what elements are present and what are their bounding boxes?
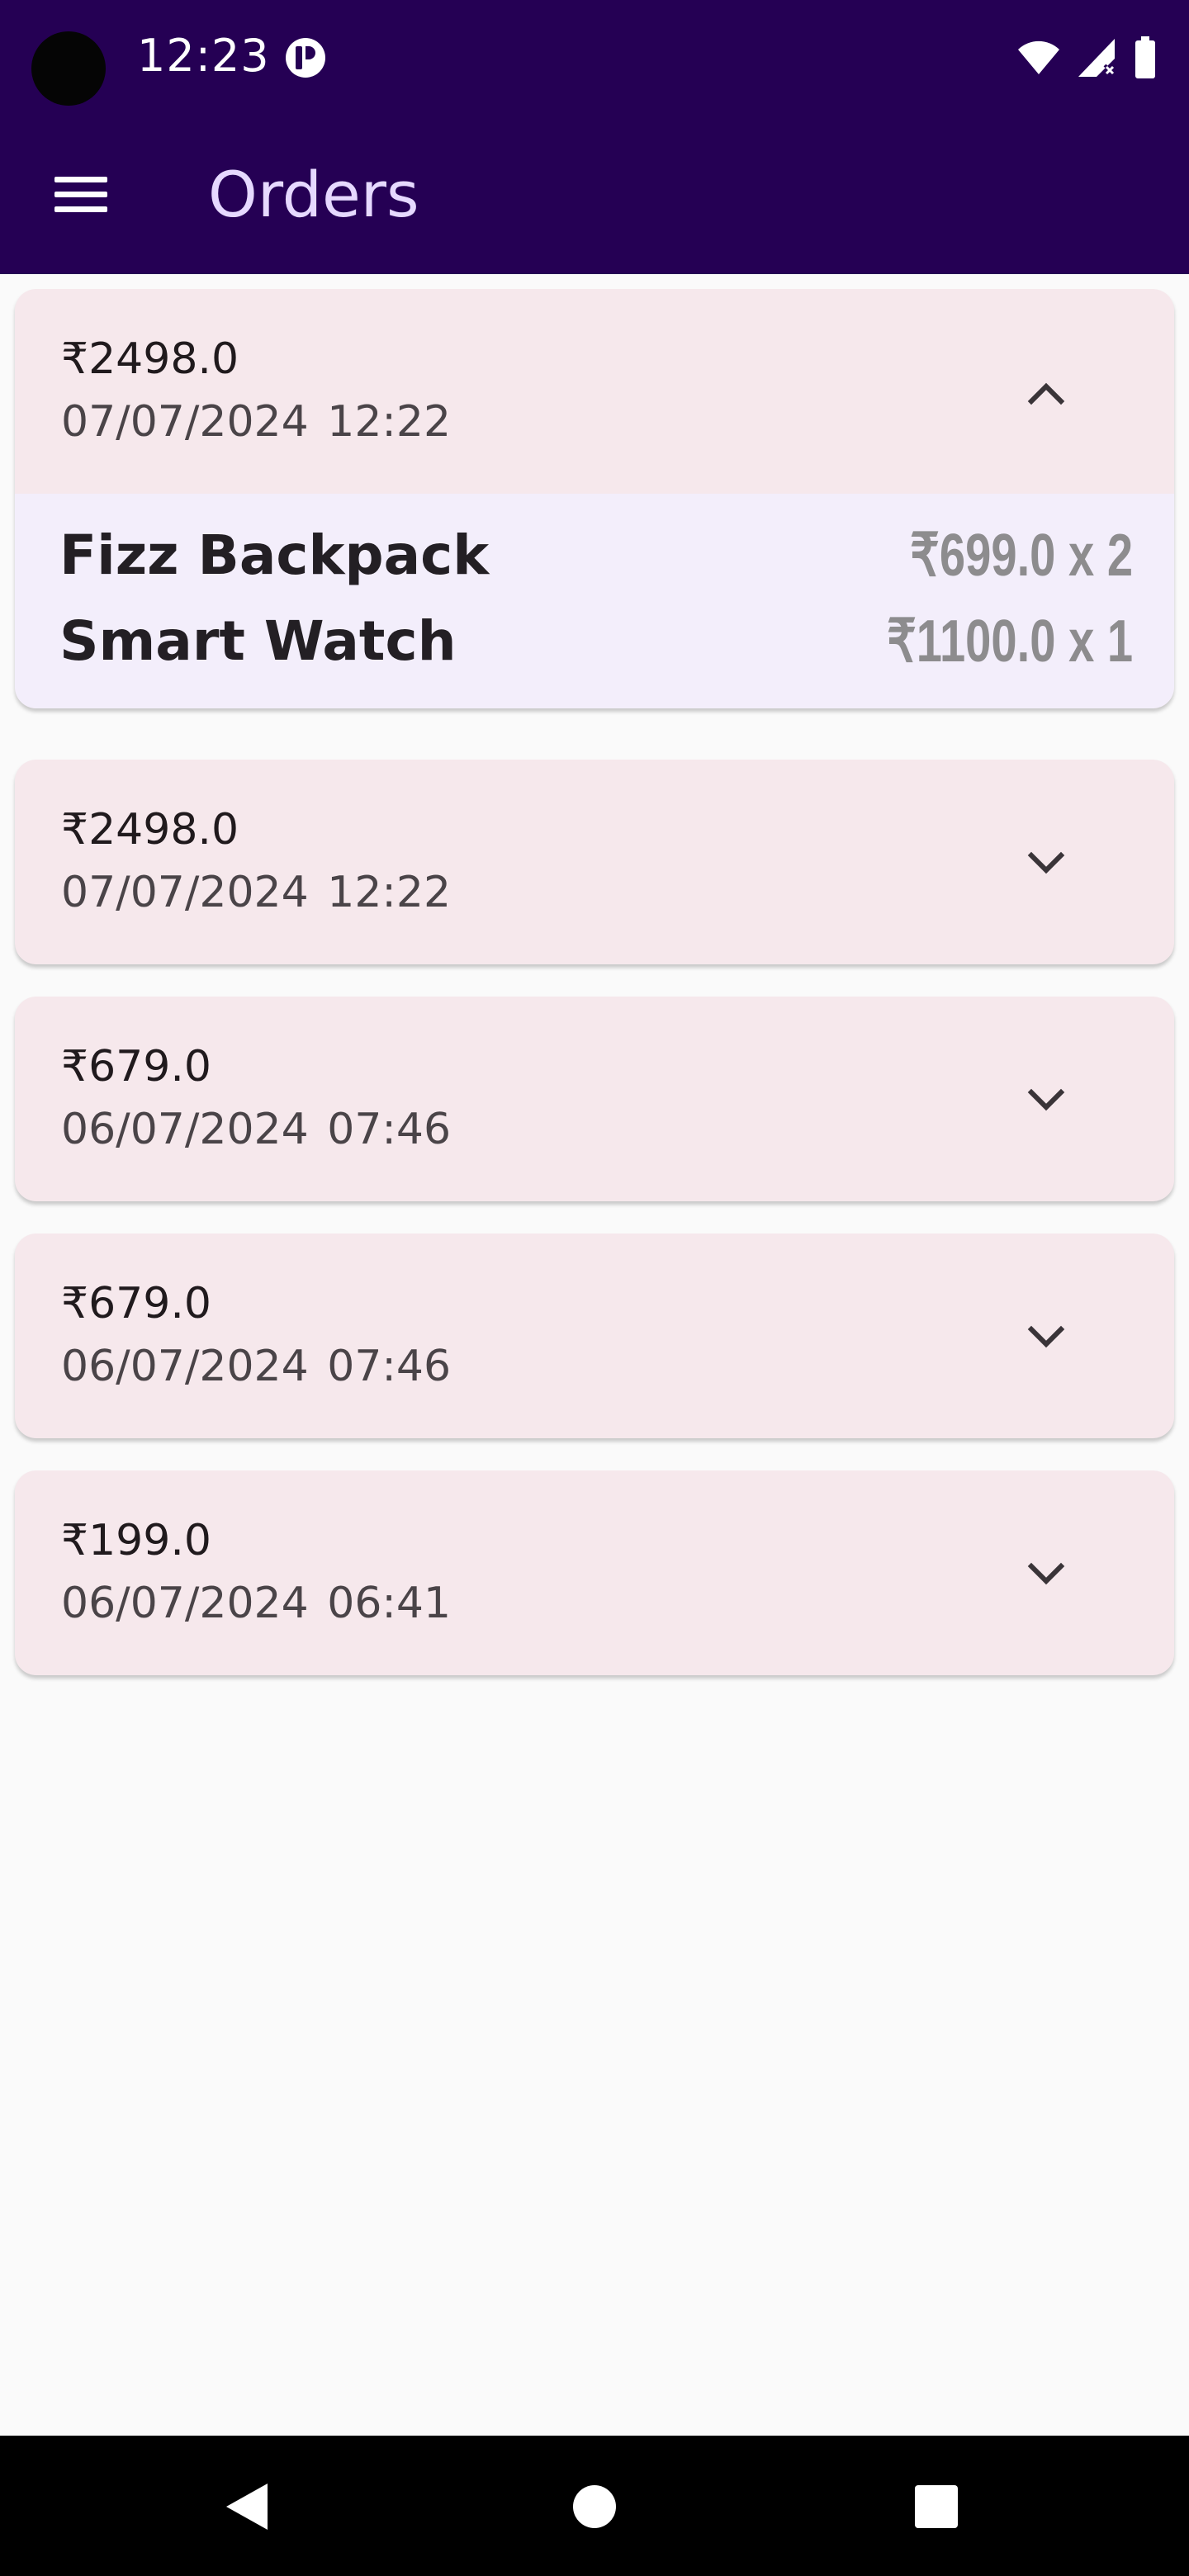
app-notification-icon bbox=[286, 38, 325, 78]
order-date: 06/07/2024 07:46 bbox=[61, 1342, 452, 1391]
page-title: Orders bbox=[208, 158, 419, 231]
chevron-up-icon[interactable] bbox=[1017, 368, 1075, 418]
app-bar: Orders bbox=[0, 116, 1189, 274]
chevron-down-icon[interactable] bbox=[1017, 1076, 1075, 1125]
order-header[interactable]: ₹199.0 06/07/2024 06:41 bbox=[15, 1470, 1174, 1675]
battery-icon bbox=[1135, 36, 1155, 78]
order-card: ₹2498.0 07/07/2024 12:22 Fizz Backpack ₹… bbox=[15, 289, 1174, 708]
order-header[interactable]: ₹679.0 06/07/2024 07:46 bbox=[15, 997, 1174, 1201]
status-icons bbox=[1017, 33, 1156, 83]
order-total: ₹199.0 bbox=[61, 1516, 211, 1565]
order-total: ₹679.0 bbox=[61, 1279, 211, 1328]
order-header[interactable]: ₹2498.0 07/07/2024 12:22 bbox=[15, 760, 1174, 964]
order-total: ₹679.0 bbox=[61, 1042, 211, 1091]
item-name: Fizz Backpack bbox=[59, 523, 490, 587]
item-name: Smart Watch bbox=[59, 608, 457, 673]
order-card: ₹2498.0 07/07/2024 12:22 bbox=[15, 760, 1174, 964]
camera-cutout bbox=[31, 31, 106, 106]
hamburger-menu-icon[interactable] bbox=[46, 168, 116, 221]
order-total: ₹2498.0 bbox=[61, 805, 239, 855]
order-date: 07/07/2024 12:22 bbox=[61, 868, 452, 917]
back-icon[interactable] bbox=[216, 2474, 282, 2540]
order-item-row: Fizz Backpack ₹699.0 x 2 bbox=[59, 512, 1133, 598]
order-total: ₹2498.0 bbox=[61, 334, 239, 384]
order-card: ₹199.0 06/07/2024 06:41 bbox=[15, 1470, 1174, 1675]
order-date: 07/07/2024 12:22 bbox=[61, 397, 452, 447]
signal-icon bbox=[1078, 39, 1116, 77]
chevron-down-icon[interactable] bbox=[1017, 1550, 1075, 1599]
order-date: 06/07/2024 07:46 bbox=[61, 1105, 452, 1154]
home-icon[interactable] bbox=[561, 2474, 628, 2540]
order-card: ₹679.0 06/07/2024 07:46 bbox=[15, 997, 1174, 1201]
recents-icon[interactable] bbox=[903, 2474, 969, 2540]
item-price: ₹1100.0 x 1 bbox=[886, 608, 1133, 675]
chevron-down-icon[interactable] bbox=[1017, 839, 1075, 888]
order-item-row: Smart Watch ₹1100.0 x 1 bbox=[59, 598, 1133, 684]
order-header[interactable]: ₹679.0 06/07/2024 07:46 bbox=[15, 1234, 1174, 1438]
status-time: 12:23 bbox=[137, 30, 270, 82]
navigation-bar bbox=[0, 2436, 1189, 2576]
chevron-down-icon[interactable] bbox=[1017, 1313, 1075, 1362]
order-header[interactable]: ₹2498.0 07/07/2024 12:22 bbox=[15, 289, 1174, 494]
item-price: ₹699.0 x 2 bbox=[910, 523, 1133, 589]
order-date: 06/07/2024 06:41 bbox=[61, 1579, 452, 1628]
order-details: Fizz Backpack ₹699.0 x 2 Smart Watch ₹11… bbox=[15, 494, 1174, 708]
status-bar: 12:23 bbox=[0, 0, 1189, 116]
order-card: ₹679.0 06/07/2024 07:46 bbox=[15, 1234, 1174, 1438]
wifi-icon bbox=[1018, 40, 1059, 74]
